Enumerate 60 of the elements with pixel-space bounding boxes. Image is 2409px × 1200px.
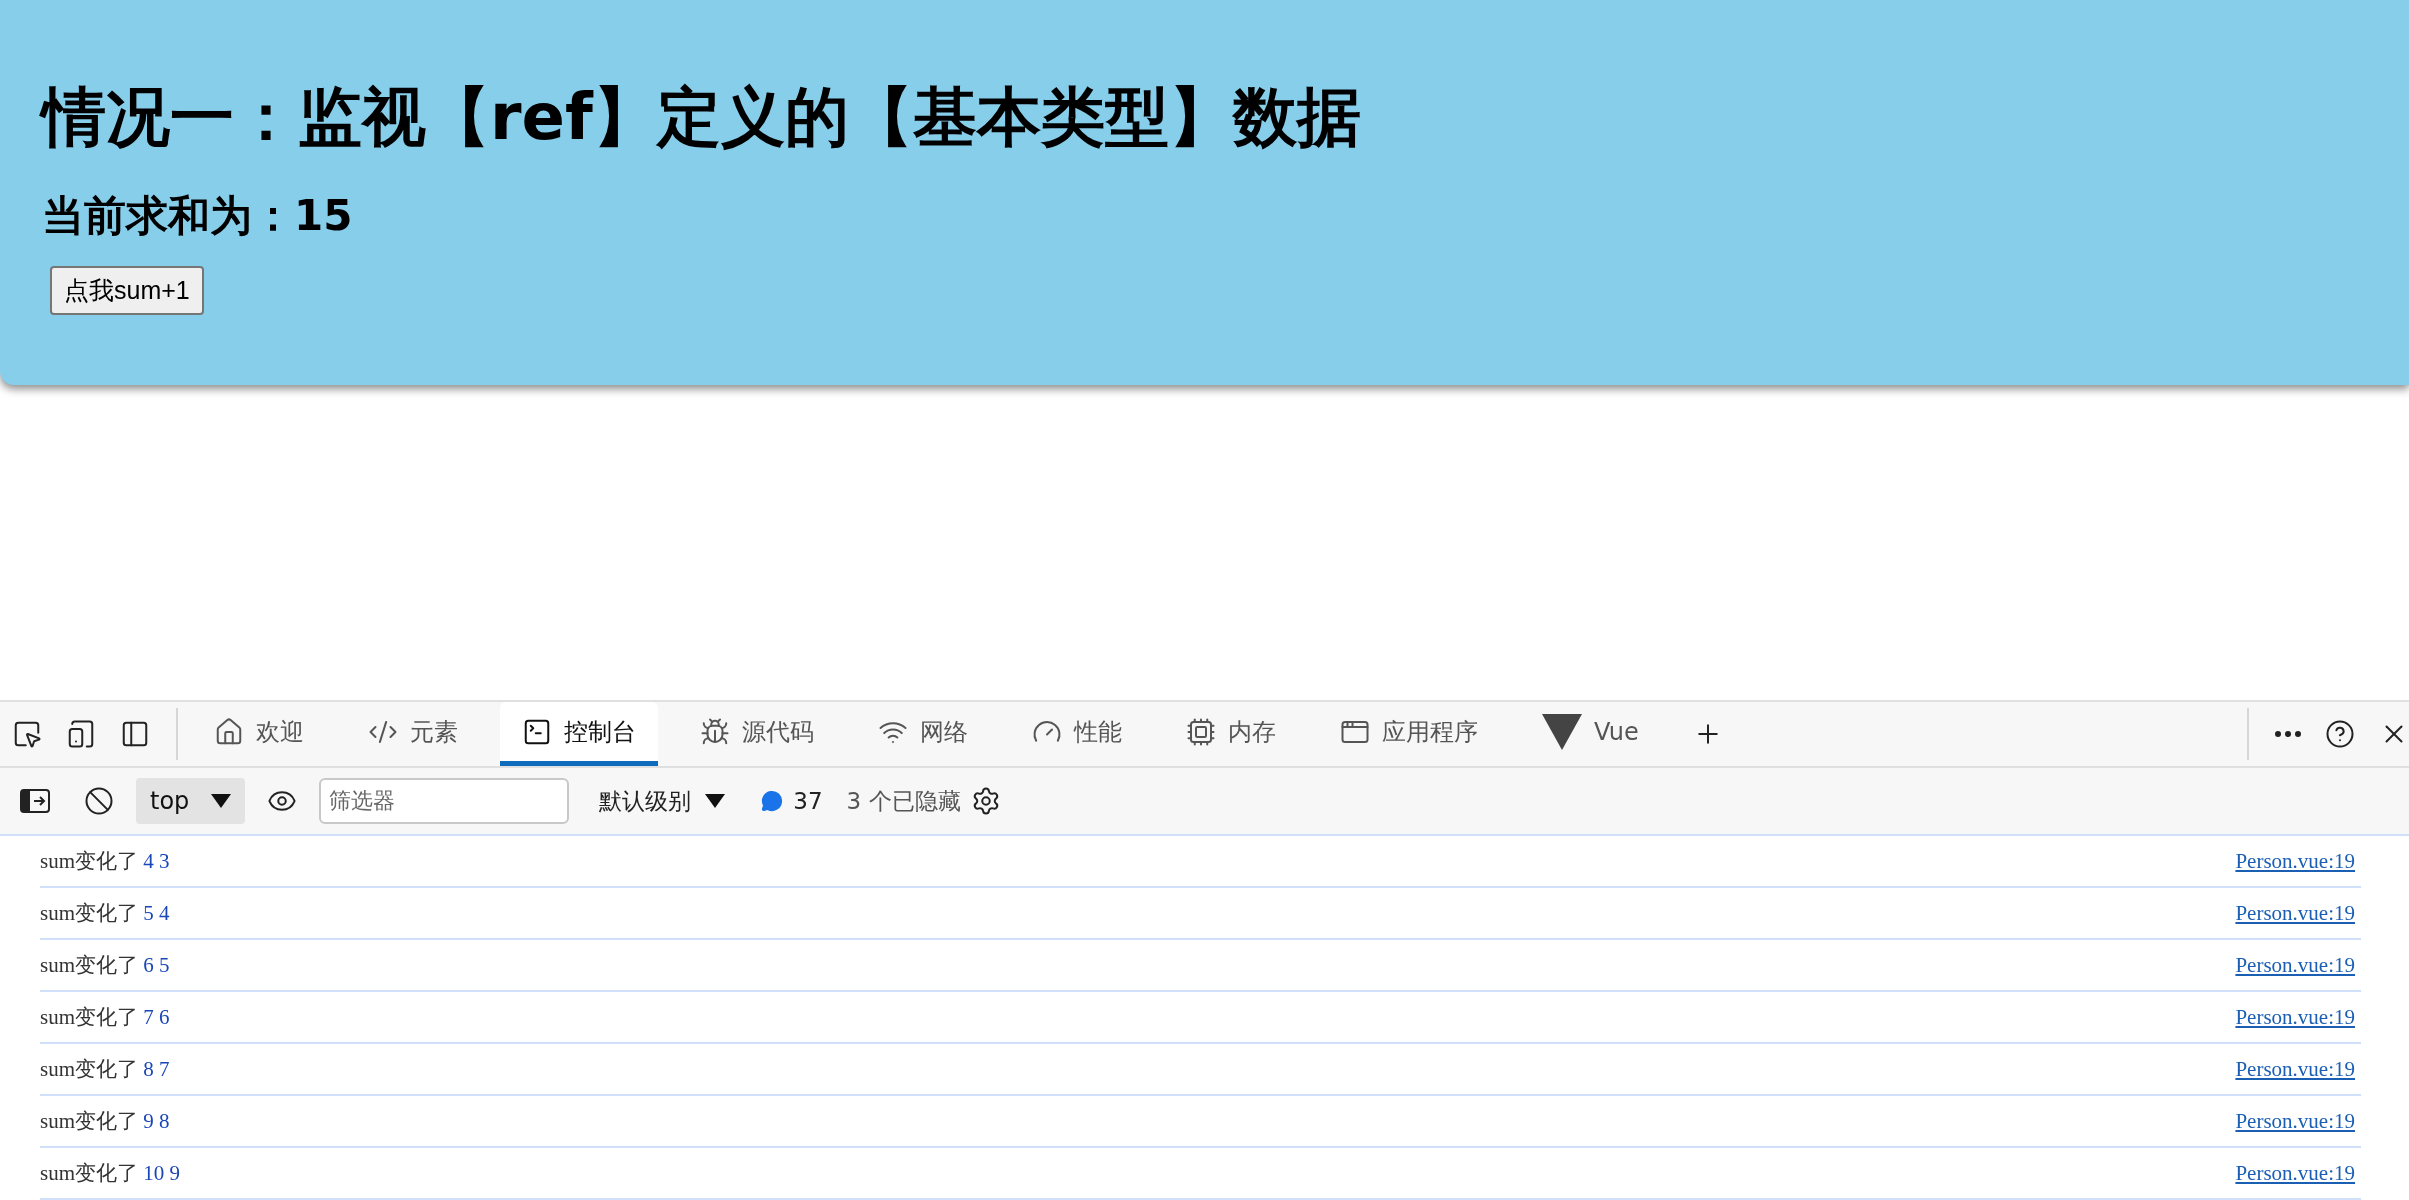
source-link[interactable]: Person.vue:19 [2235, 952, 2355, 978]
context-dropdown[interactable]: top [136, 778, 246, 824]
devtools-tab[interactable]: 内存 [1164, 702, 1298, 766]
console-message: sum变化了 [40, 953, 138, 977]
devtools-tab[interactable]: 性能 [1010, 702, 1144, 766]
console-values: 9 8 [143, 1109, 170, 1133]
bug-icon [700, 716, 730, 747]
console-values: 7 6 [143, 1005, 170, 1029]
console-values: 5 4 [143, 901, 170, 925]
inspect-icon [12, 719, 42, 749]
console-values: 4 3 [143, 849, 170, 873]
devtools-tab[interactable]: 应用程序 [1318, 702, 1500, 766]
source-link[interactable]: Person.vue:19 [2235, 1056, 2355, 1082]
tab-label: 元素 [410, 716, 458, 748]
chip-icon [1186, 716, 1216, 747]
device-icon [66, 719, 96, 749]
tab-label: 欢迎 [256, 716, 304, 748]
panel-icon [120, 719, 150, 749]
devtools-tab[interactable]: 元素 [346, 702, 480, 766]
dock-icon [20, 789, 50, 813]
filter-field[interactable]: 筛选器 [319, 778, 570, 824]
devtools-tab[interactable]: Vue [1520, 702, 1661, 766]
console-message: sum变化了 [40, 1109, 138, 1133]
console-values: 8 7 [143, 1057, 170, 1081]
increment-button[interactable]: 点我sum+1 [50, 265, 204, 315]
tab-label: Vue [1594, 717, 1639, 746]
console-message: sum变化了 [40, 901, 138, 925]
source-link[interactable]: Person.vue:19 [2235, 1004, 2355, 1030]
v-logo-icon [1542, 713, 1582, 750]
devtools-tab[interactable]: 控制台 [500, 702, 658, 766]
help-icon [2325, 719, 2355, 749]
hidden-count: 3 个已隐藏 [846, 786, 961, 816]
source-link[interactable]: Person.vue:19 [2235, 900, 2355, 926]
clear-icon [84, 786, 114, 816]
dropdown-triangle-icon [211, 794, 232, 808]
source-link[interactable]: Person.vue:19 [2235, 1160, 2355, 1186]
sum-heading: 当前求和为：15 [42, 190, 354, 243]
tab-label: 内存 [1228, 716, 1276, 748]
home-icon [214, 716, 244, 747]
tab-label: 网络 [920, 716, 968, 748]
devtools-tab[interactable]: 欢迎 [192, 702, 326, 766]
source-link[interactable]: Person.vue:19 [2235, 1108, 2355, 1134]
console-message: sum变化了 [40, 1161, 138, 1185]
devtools-tab[interactable]: 网络 [856, 702, 990, 766]
tab-label: 控制台 [564, 716, 636, 748]
level-dropdown[interactable]: 默认级别 [593, 784, 732, 818]
console-message: sum变化了 [40, 1057, 138, 1081]
more-icon [2275, 731, 2301, 737]
message-icon [761, 790, 784, 812]
tab-label: 源代码 [742, 716, 814, 748]
console-message: sum变化了 [40, 849, 138, 873]
devtools-tab[interactable]: 源代码 [678, 702, 836, 766]
console-message: sum变化了 [40, 1005, 138, 1029]
console-values: 10 9 [143, 1161, 180, 1185]
tab-label: 应用程序 [1382, 716, 1478, 748]
message-count: 37 [793, 788, 823, 814]
tab-label: 性能 [1074, 716, 1122, 748]
console-values: 6 5 [143, 953, 170, 977]
dropdown-triangle-icon [705, 794, 726, 808]
source-link[interactable]: Person.vue:19 [2235, 848, 2355, 874]
